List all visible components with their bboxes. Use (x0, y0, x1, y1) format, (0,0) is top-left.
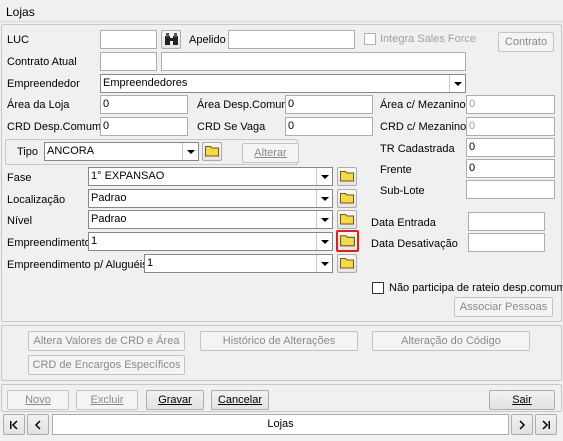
fase-select[interactable]: 1° EXPANSAO (88, 167, 333, 186)
chevron-down-icon (316, 211, 332, 228)
folder-icon (340, 171, 354, 182)
navigator-label-box: Lojas (52, 414, 509, 435)
integra-sales-force-checkbox[interactable] (364, 33, 376, 45)
nav-last-button[interactable] (535, 414, 557, 435)
folder-icon (340, 235, 355, 247)
area-desp-comum-label: Área Desp.Comum (197, 99, 291, 111)
chevron-down-icon (182, 143, 198, 160)
empreendimento-folder-button[interactable] (336, 230, 359, 252)
search-button[interactable] (161, 30, 181, 49)
data-desativacao-label: Data Desativação (371, 238, 458, 250)
alteracao-codigo-button[interactable]: Alteração do Código (372, 331, 530, 351)
tipo-value: ANCORA (47, 145, 95, 157)
localizacao-folder-button[interactable] (337, 189, 357, 208)
excluir-button[interactable]: Excluir (76, 390, 138, 410)
nav-prev-button[interactable] (27, 414, 49, 435)
data-entrada-input[interactable] (468, 212, 545, 231)
tipo-label: Tipo (17, 146, 38, 158)
crd-mezanino-label: CRD c/ Mezanino (380, 121, 467, 133)
area-loja-label: Área da Loja (7, 99, 70, 111)
luc-input[interactable] (100, 30, 157, 49)
title-bar (0, 0, 563, 22)
data-desativacao-input[interactable] (468, 233, 545, 252)
crd-encargos-button[interactable]: CRD de Encargos Específicos (28, 355, 185, 375)
first-record-icon (10, 420, 18, 430)
chevron-down-icon (316, 255, 332, 272)
localizacao-value: Padrao (91, 192, 127, 204)
contrato-atual-label: Contrato Atual (7, 56, 77, 68)
frente-label: Frente (380, 164, 412, 176)
cancelar-button[interactable]: Cancelar (211, 390, 269, 410)
tipo-select[interactable]: ANCORA (44, 142, 199, 161)
alterar-button[interactable]: Alterar (242, 143, 299, 163)
prev-record-icon (34, 420, 41, 430)
empreendimento-alugueis-label: Empreendimento p/ Aluguéis (7, 259, 148, 271)
crd-se-vaga-label: CRD Se Vaga (197, 121, 266, 133)
apelido-input[interactable] (228, 30, 355, 49)
sub-lote-label: Sub-Lote (380, 185, 425, 197)
window-title: Lojas (6, 5, 35, 19)
area-loja-input[interactable]: 0 (100, 95, 188, 114)
empreendedor-select[interactable]: Empreendedores (100, 74, 466, 93)
data-entrada-label: Data Entrada (371, 217, 436, 229)
nao-participa-label: Não participa de rateio desp.comum (389, 282, 563, 294)
novo-button[interactable]: Novo (7, 390, 69, 410)
altera-valores-button[interactable]: Altera Valores de CRD e Área (28, 331, 185, 351)
nao-participa-checkbox[interactable] (372, 282, 384, 294)
empreendimento-value: 1 (91, 235, 98, 247)
integra-sales-force-label: Integra Sales Force (380, 33, 476, 45)
next-record-icon (519, 420, 526, 430)
area-desp-comum-input[interactable]: 0 (285, 95, 373, 114)
chevron-down-icon (316, 190, 332, 207)
nav-first-button[interactable] (3, 414, 25, 435)
nivel-label: Nível (7, 215, 33, 227)
area-mezanino-label: Área c/ Mezanino (380, 99, 466, 111)
nav-next-button[interactable] (511, 414, 533, 435)
empreendimento-alugueis-value: 1 (147, 257, 154, 269)
contrato-button[interactable]: Contrato (498, 32, 554, 52)
tr-cadastrada-input[interactable]: 0 (466, 138, 555, 157)
localizacao-select[interactable]: Padrao (88, 189, 333, 208)
binoculars-icon (165, 33, 178, 45)
gravar-button[interactable]: Gravar (146, 390, 204, 410)
frente-input[interactable]: 0 (466, 159, 555, 178)
folder-icon (340, 258, 354, 269)
fase-folder-button[interactable] (337, 167, 357, 186)
apelido-label: Apelido (189, 34, 226, 46)
associar-pessoas-button[interactable]: Associar Pessoas (454, 297, 553, 317)
empreendimento-alugueis-folder-button[interactable] (337, 254, 357, 273)
empreendimento-select[interactable]: 1 (88, 232, 333, 251)
fase-value: 1° EXPANSAO (91, 170, 165, 182)
last-record-icon (542, 420, 550, 430)
sub-lote-input[interactable] (466, 180, 555, 199)
empreendedor-value: Empreendedores (103, 77, 188, 89)
area-mezanino-input[interactable]: 0 (466, 95, 555, 114)
folder-icon (205, 146, 219, 157)
crd-mezanino-input[interactable]: 0 (466, 117, 555, 136)
navigator-label: Lojas (267, 418, 294, 430)
empreendimento-alugueis-select[interactable]: 1 (144, 254, 333, 273)
crd-desp-comum-label: CRD Desp.Comum (7, 121, 102, 133)
empreendimento-label: Empreendimento (7, 237, 91, 249)
localizacao-label: Localização (7, 194, 66, 206)
chevron-down-icon (316, 168, 332, 185)
empreendedor-label: Empreendedor (7, 78, 80, 90)
nivel-value: Padrao (91, 213, 127, 225)
sair-button[interactable]: Sair (489, 390, 555, 410)
nivel-folder-button[interactable] (337, 210, 357, 229)
crd-desp-comum-input[interactable]: 0 (100, 117, 188, 136)
folder-icon (340, 193, 354, 204)
crd-se-vaga-input[interactable]: 0 (285, 117, 373, 136)
contrato-atual-input-2[interactable] (161, 52, 466, 71)
nivel-select[interactable]: Padrao (88, 210, 333, 229)
fase-label: Fase (7, 172, 32, 184)
folder-icon (340, 214, 354, 225)
luc-label: LUC (7, 34, 30, 46)
contrato-atual-input-1[interactable] (100, 52, 157, 71)
historico-button[interactable]: Histórico de Alterações (200, 331, 358, 351)
tipo-folder-button[interactable] (202, 142, 222, 161)
chevron-down-icon (316, 233, 332, 250)
tr-cadastrada-label: TR Cadastrada (380, 143, 455, 155)
chevron-down-icon (449, 75, 465, 92)
